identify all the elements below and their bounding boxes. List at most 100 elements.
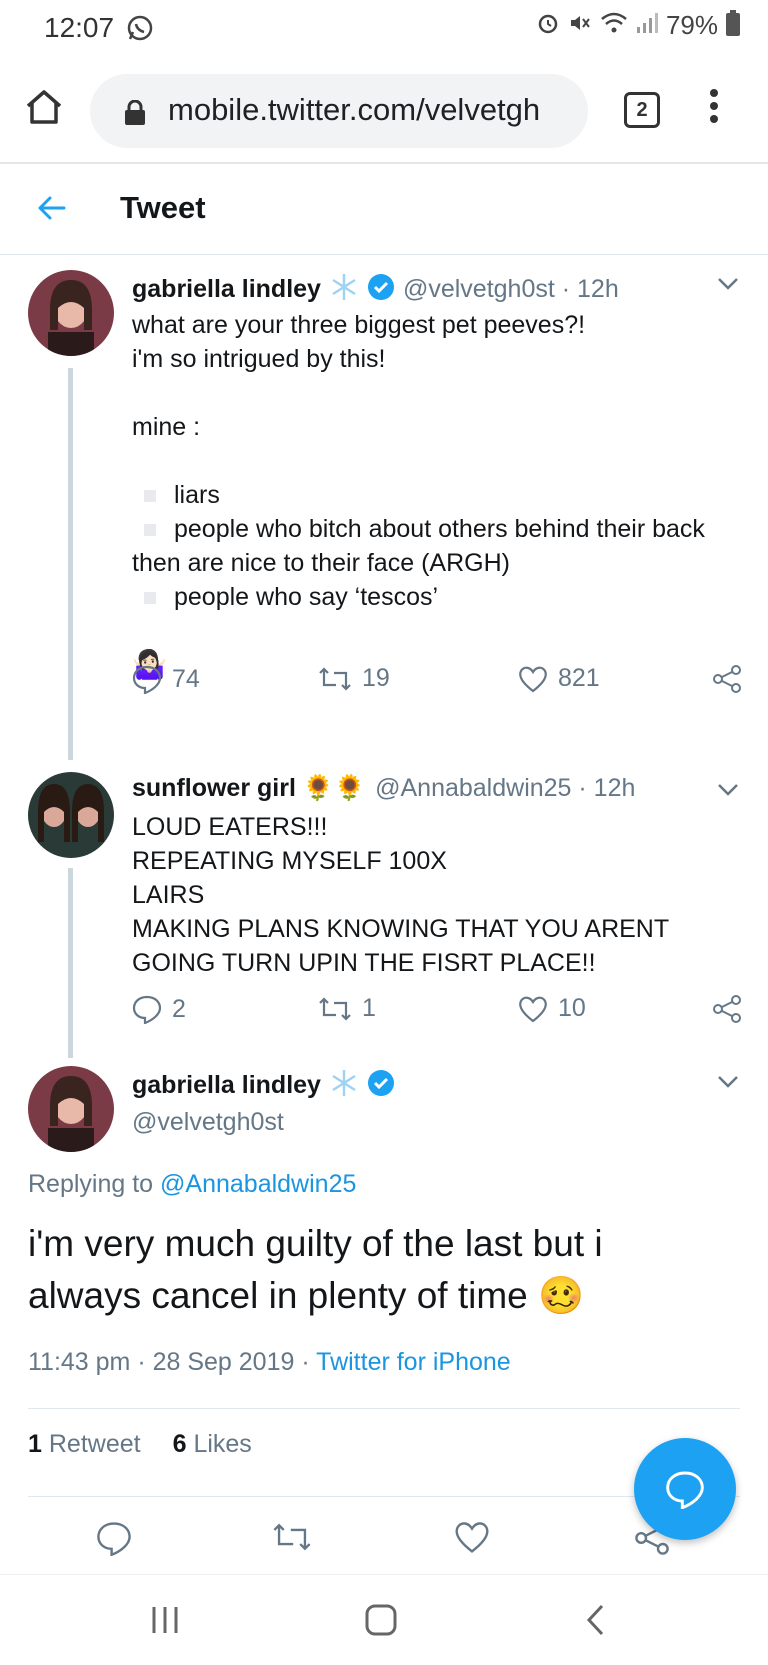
author-name[interactable]: gabriella lindley [132, 275, 321, 304]
retweet-button[interactable] [272, 1520, 312, 1559]
text-line: GOING TURN UPIN THE FISRT PLACE!! [132, 949, 596, 977]
like-count: 10 [558, 994, 586, 1022]
status-time: 12:07 [44, 12, 115, 43]
reply-icon [666, 1471, 704, 1509]
alarm-icon [536, 11, 560, 40]
chevron-left-icon [586, 1604, 604, 1636]
text-line: REPEATING MYSELF 100X [132, 847, 447, 875]
compose-button[interactable] [634, 1438, 736, 1540]
more-vertical-icon [710, 89, 718, 123]
avatar[interactable] [28, 772, 114, 858]
wifi-icon [600, 11, 628, 40]
back-arrow-icon [38, 196, 66, 220]
battery-percentage: 79% [665, 10, 718, 40]
mute-icon [568, 11, 592, 40]
back-button[interactable] [34, 190, 70, 231]
tab-switcher-button[interactable]: 2 [624, 92, 660, 128]
author-handle[interactable]: @velvetgh0st [132, 1108, 284, 1137]
author-handle-time: @velvetgh0st · 12h [402, 275, 619, 303]
reply-count: 2 [172, 994, 186, 1023]
avatar[interactable] [28, 1066, 114, 1152]
reply-icon [97, 1522, 131, 1557]
page-title: Tweet [120, 190, 206, 225]
url-text: mobile.twitter.com/velvetgh [168, 92, 541, 127]
author-name[interactable]: gabriella lindley [132, 1071, 321, 1100]
verified-badge-icon [367, 273, 395, 306]
emoji: 🥴 [538, 1275, 585, 1316]
reply-button[interactable]: 2 [132, 994, 186, 1024]
retweet-button[interactable]: 1 [318, 994, 376, 1023]
like-button[interactable] [454, 1520, 490, 1559]
reply-icon [132, 995, 162, 1024]
text-line: what are your three biggest pet peeves?! [132, 311, 586, 339]
share-button[interactable] [712, 994, 742, 1024]
like-button[interactable]: 821 [518, 664, 600, 693]
chevron-down-icon [718, 278, 738, 290]
source-link[interactable]: Twitter for iPhone [316, 1348, 511, 1376]
recents-button[interactable] [150, 1603, 180, 1642]
tweet-2: sunflower girl 🌻🌻 @Annabaldwin25 · 12h L… [0, 756, 768, 1058]
tweet-actions: 2 1 10 [132, 994, 744, 1034]
timestamp[interactable]: 11:43 pm · 28 Sep 2019 · [28, 1348, 310, 1376]
home-icon [26, 90, 62, 124]
like-button[interactable]: 10 [518, 994, 586, 1023]
recents-icon [152, 1607, 178, 1633]
text-line: i'm very much guilty of the last but i [28, 1223, 603, 1264]
page-header: Tweet [0, 164, 768, 255]
text-line: LOUD EATERS!!! [132, 813, 328, 841]
retweets-stat[interactable]: 1 Retweet [28, 1430, 141, 1459]
status-bar: 12:07 79% [0, 0, 768, 58]
thread-line [68, 368, 73, 760]
bullet-item: people who say ‘tescos’ [132, 580, 752, 614]
verified-badge-icon [367, 1069, 395, 1102]
thread-line [68, 868, 73, 1058]
tweet-menu-button[interactable] [716, 782, 740, 803]
whatsapp-icon [126, 14, 154, 47]
overflow-menu-button[interactable] [708, 88, 720, 129]
replying-to: Replying to @Annabaldwin25 [28, 1170, 357, 1198]
tweet-stats: 1 Retweet 6 Likes [28, 1430, 252, 1459]
heart-icon [519, 666, 547, 692]
snowflake-icon [329, 272, 359, 307]
share-button[interactable] [712, 664, 742, 694]
address-bar[interactable]: mobile.twitter.com/velvetgh [90, 74, 588, 148]
divider [28, 1496, 740, 1497]
back-nav-button[interactable] [584, 1603, 608, 1642]
tweet-menu-button[interactable] [716, 276, 740, 297]
browser-toolbar: mobile.twitter.com/velvetgh 2 [0, 58, 768, 164]
author-name[interactable]: sunflower girl 🌻🌻 [132, 774, 365, 803]
retweet-count: 19 [362, 664, 390, 692]
text-line: then are nice to their face (ARGH) [132, 549, 510, 577]
text-line: i'm so intrigued by this! [132, 345, 386, 373]
tweet-actions: 74 19 821 [132, 664, 744, 704]
status-icons: 79% [536, 10, 740, 41]
likes-stat[interactable]: 6 Likes [173, 1430, 252, 1459]
retweet-button[interactable]: 19 [318, 664, 390, 693]
home-nav-button[interactable] [364, 1603, 398, 1642]
snowflake-icon [329, 1068, 359, 1103]
replying-to-link[interactable]: @Annabaldwin25 [160, 1170, 356, 1198]
like-count: 821 [558, 664, 600, 692]
avatar[interactable] [28, 270, 114, 356]
reply-button[interactable]: 74 [132, 664, 200, 694]
text-line: MAKING PLANS KNOWING THAT YOU ARENT [132, 915, 670, 943]
home-square-icon [365, 1604, 397, 1636]
retweet-icon [273, 1523, 311, 1551]
bullet-item: liars [132, 478, 752, 512]
text-line: mine : [132, 413, 201, 441]
reply-icon [132, 665, 162, 694]
heart-icon [455, 1522, 489, 1553]
reply-button[interactable] [96, 1520, 132, 1561]
tweet-text: LOUD EATERS!!! REPEATING MYSELF 100X LAI… [132, 810, 752, 980]
retweet-icon [319, 996, 351, 1021]
tweet-menu-button[interactable] [716, 1074, 740, 1095]
tweet-meta: 11:43 pm · 28 Sep 2019 · Twitter for iPh… [28, 1348, 511, 1377]
divider [28, 1408, 740, 1409]
home-button[interactable] [24, 88, 64, 131]
heart-icon [519, 996, 547, 1022]
battery-icon [726, 10, 740, 41]
chevron-down-icon [718, 1076, 738, 1088]
signal-icon [636, 11, 658, 40]
author-handle-time: @Annabaldwin25 · 12h [375, 774, 636, 802]
tweet-text: i'm very much guilty of the last but i a… [28, 1218, 748, 1322]
